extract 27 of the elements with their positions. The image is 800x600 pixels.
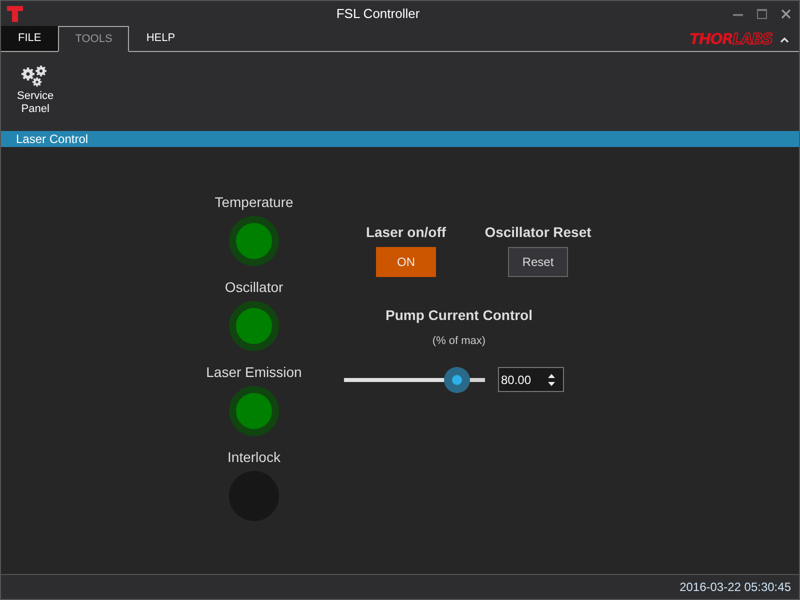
- collapse-icon[interactable]: [780, 37, 789, 43]
- menu-tab[interactable]: FILE: [1, 26, 58, 51]
- pump-title: Pump Current Control: [386, 306, 532, 325]
- section-header: Laser Control: [1, 131, 799, 147]
- slider-thumb[interactable]: [444, 366, 470, 392]
- thorlabs-logo: THORLABS: [690, 28, 772, 50]
- menu-tab[interactable]: HELP: [129, 26, 192, 51]
- increment-icon[interactable]: [548, 374, 555, 378]
- status-datetime: 2016-03-22 05:30:45: [680, 579, 791, 596]
- decrement-icon[interactable]: [548, 382, 555, 386]
- pump-subtitle: (% of max): [432, 334, 486, 349]
- close-icon[interactable]: [781, 9, 791, 19]
- maximize-icon[interactable]: [757, 9, 767, 19]
- oscillator-reset-label: Oscillator Reset: [484, 223, 592, 242]
- reset-button[interactable]: Reset: [508, 247, 568, 277]
- pump-slider[interactable]: [344, 366, 485, 392]
- menu-tab[interactable]: TOOLS: [58, 26, 130, 52]
- laser-toggle-button[interactable]: ON: [376, 247, 436, 277]
- laser-label: Laser on/off: [366, 223, 446, 242]
- window-title: FSL Controller: [336, 5, 420, 24]
- indicator-label: Temperature: [214, 193, 294, 212]
- pump-value-spinbox[interactable]: 80.00: [498, 367, 564, 392]
- indicator-label: Interlock: [228, 448, 280, 467]
- indicator-label: Oscillator: [224, 278, 284, 297]
- app-logo-icon: [7, 6, 23, 22]
- service-panel-button[interactable]: Service Panel: [17, 64, 54, 122]
- indicator-label: Laser Emission: [206, 363, 302, 382]
